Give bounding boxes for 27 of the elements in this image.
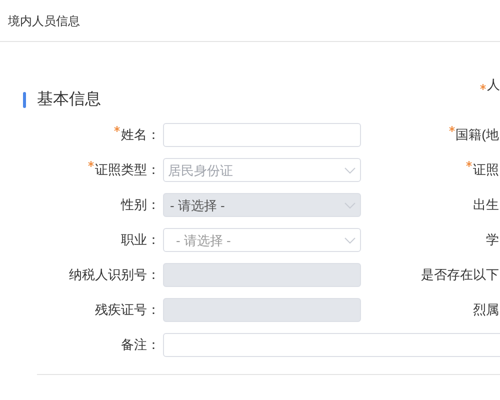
field-label: 证照 [473, 162, 499, 177]
field-label: 学 [486, 232, 499, 247]
required-note: 人 [487, 76, 500, 94]
field-label: 备注： [121, 337, 160, 352]
chevron-down-icon [344, 236, 356, 244]
select-placeholder: - 请选择 - [175, 234, 231, 246]
field-label: 姓名： [121, 127, 160, 142]
remarks-field[interactable] [163, 333, 500, 357]
field-label: 性别： [121, 197, 160, 212]
section-title: 基本信息 [37, 90, 101, 110]
field-label: 职业： [121, 232, 160, 247]
input-field[interactable] [163, 123, 361, 147]
section-marker [23, 92, 26, 108]
chevron-down-icon [344, 202, 356, 208]
select-placeholder: - 请选择 - [169, 198, 225, 212]
field-label: 证照类型： [95, 162, 160, 177]
field-label: 出生 [473, 197, 499, 212]
field-label: 是否存在以下 [421, 267, 499, 282]
field-label: 烈属 [473, 302, 499, 317]
field-label: 国籍(地 [456, 127, 499, 142]
field-label: 残疾证号： [95, 302, 160, 317]
select-value: 居民身份证 [168, 164, 233, 176]
field-label: 纳税人识别号： [69, 267, 160, 282]
select-field[interactable]: 居民身份证 [163, 158, 361, 182]
page-title: 境内人员信息 [8, 12, 80, 30]
chevron-down-icon [344, 166, 356, 174]
select-field[interactable]: - 请选择 - [163, 228, 361, 252]
